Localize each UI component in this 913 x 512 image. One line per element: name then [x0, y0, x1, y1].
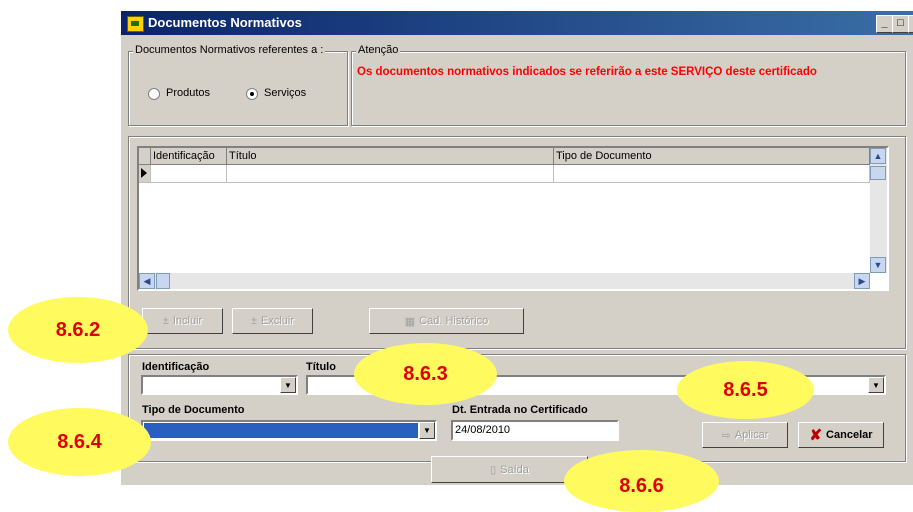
horizontal-scrollbar[interactable]: ◀ ▶: [139, 273, 870, 289]
callout-8-6-5: 8.6.5: [677, 361, 814, 419]
maximize-button[interactable]: □: [892, 15, 909, 33]
cancelar-button[interactable]: ✘ Cancelar: [798, 422, 884, 448]
documents-grid[interactable]: Identificação Título Tipo de Documento ▲…: [137, 146, 889, 291]
scroll-up-icon[interactable]: ▲: [870, 148, 886, 164]
aplicar-button[interactable]: ⇨ Aplicar: [702, 422, 788, 448]
row-indicator-header: [139, 148, 151, 165]
callout-8-6-4: 8.6.4: [8, 408, 151, 476]
attention-group: Atenção Os documentos normativos indicad…: [351, 44, 906, 126]
apply-icon: ⇨: [721, 429, 731, 442]
callout-8-6-2: 8.6.2: [8, 297, 148, 363]
chevron-down-icon[interactable]: ▼: [280, 377, 296, 393]
chevron-down-icon[interactable]: ▼: [868, 377, 884, 393]
scroll-thumb[interactable]: [870, 166, 886, 180]
chevron-down-icon[interactable]: ▼: [419, 422, 435, 439]
scroll-right-icon[interactable]: ▶: [854, 273, 870, 289]
grid-cell[interactable]: [554, 165, 870, 183]
incluir-icon: ±: [162, 315, 169, 327]
documentos-normativos-window: Documentos Normativos _ □ × Documentos N…: [121, 11, 913, 485]
h-scroll-thumb[interactable]: [156, 273, 170, 289]
data-entrada-input[interactable]: 24/08/2010: [451, 420, 619, 441]
titulo-label: Título: [306, 361, 336, 373]
minimize-button[interactable]: _: [876, 15, 893, 33]
current-row-indicator: [139, 165, 151, 183]
close-button[interactable]: ×: [908, 15, 913, 33]
data-entrada-label: Dt. Entrada no Certificado: [452, 404, 588, 416]
identificacao-label: Identificação: [142, 361, 210, 373]
tipo-documento-label: Tipo de Documento: [142, 404, 245, 416]
callout-8-6-3: 8.6.3: [354, 343, 497, 405]
incluir-button[interactable]: ± Incluir: [142, 308, 223, 334]
col-tipo-documento[interactable]: Tipo de Documento: [554, 148, 870, 165]
scroll-left-icon[interactable]: ◀: [139, 273, 155, 289]
scope-group-label: Documentos Normativos referentes a :: [133, 44, 326, 56]
col-identificacao[interactable]: Identificação: [151, 148, 227, 165]
radio-servicos-label[interactable]: Serviços: [264, 87, 306, 99]
title-bar[interactable]: Documentos Normativos _ □ ×: [121, 11, 913, 35]
row-pointer-icon: [141, 168, 147, 178]
grid-cell[interactable]: [151, 165, 227, 183]
x-icon: ✘: [809, 427, 823, 444]
radio-servicos[interactable]: [246, 88, 258, 100]
calendar-icon: ▦: [404, 315, 416, 328]
col-titulo[interactable]: Título: [227, 148, 554, 165]
attention-label: Atenção: [356, 44, 401, 56]
excluir-icon: ±: [250, 315, 258, 327]
app-icon: [127, 16, 144, 32]
radio-produtos-label[interactable]: Produtos: [166, 87, 210, 99]
exit-door-icon: ▯: [490, 464, 497, 476]
window-title: Documentos Normativos: [148, 15, 302, 30]
selected-highlight: [144, 423, 418, 438]
scroll-down-icon[interactable]: ▼: [870, 257, 886, 273]
tipo-documento-select[interactable]: ▼: [141, 420, 437, 441]
cad-historico-button[interactable]: ▦ Cad. Histórico: [369, 308, 524, 334]
callout-8-6-6: 8.6.6: [564, 450, 719, 512]
scope-group: Documentos Normativos referentes a : Pro…: [128, 44, 348, 126]
attention-message: Os documentos normativos indicados se re…: [357, 66, 817, 78]
vertical-scrollbar[interactable]: ▲ ▼: [870, 148, 887, 273]
excluir-button[interactable]: ± Excluir: [232, 308, 313, 334]
grid-cell[interactable]: [227, 165, 554, 183]
radio-produtos[interactable]: [148, 88, 160, 100]
identificacao-select[interactable]: ▼: [141, 375, 298, 395]
